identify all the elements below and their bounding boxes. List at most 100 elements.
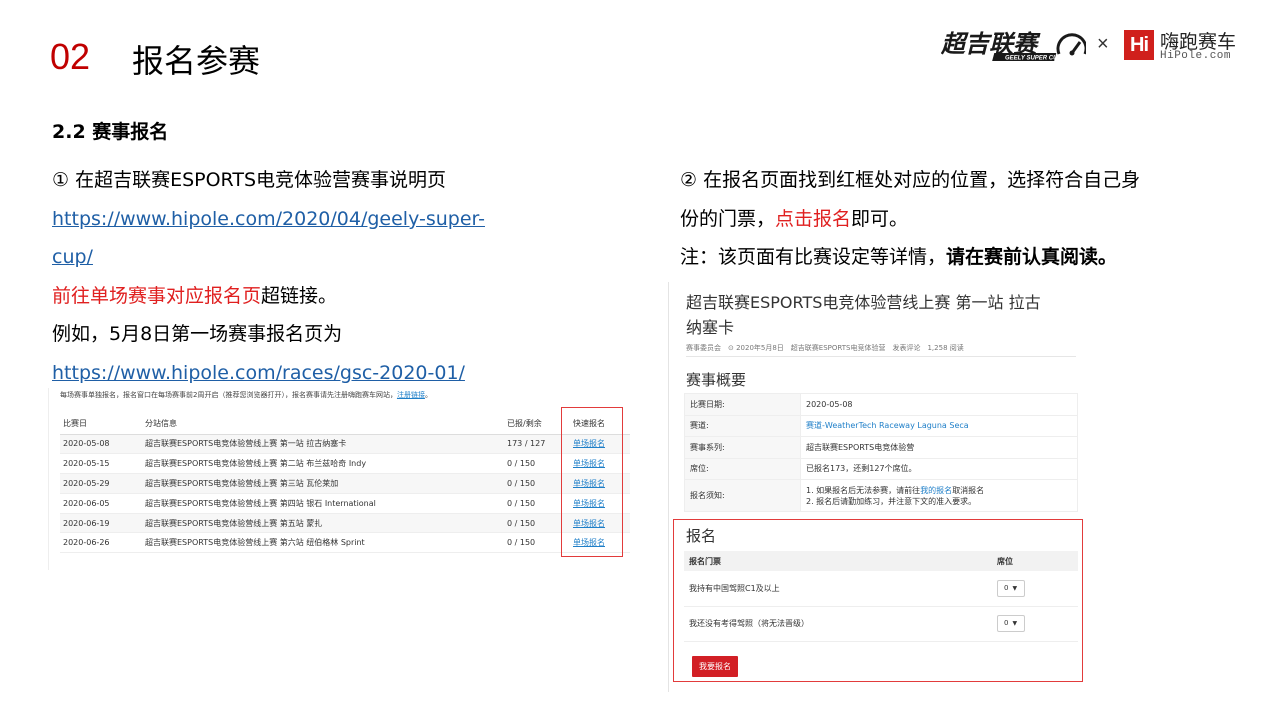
- col-ticket: 报名门票: [684, 551, 994, 571]
- race-count: 0 / 150: [504, 453, 562, 475]
- overview-value: 2020-05-08: [800, 393, 1078, 416]
- hyperlink-suffix: 超链接。: [261, 285, 338, 307]
- overview-key: 赛道:: [684, 414, 801, 437]
- hipole-logo-mark: Hi: [1124, 30, 1154, 60]
- table-row: 席位: 已报名173，还剩127个席位。: [684, 457, 1078, 480]
- geely-super-cup-logo: 超吉联赛 GEELY SUPER CUP: [941, 30, 1086, 62]
- track-link[interactable]: 赛道-WeatherTech Raceway Laguna Seca: [800, 414, 1078, 437]
- note-emphasis: 请在赛前认真阅读。: [946, 246, 1118, 268]
- registration-heading: 报名: [686, 527, 717, 545]
- ticket-text: 份的门票，: [680, 208, 776, 230]
- seat-value: 0: [1004, 619, 1009, 627]
- race-page-title-line1: 超吉联赛ESPORTS电竞体验营线上赛 第一站 拉古: [686, 293, 1041, 312]
- race-info: 超吉联赛ESPORTS电竞体验营线上赛 第五站 蒙扎: [142, 513, 504, 534]
- notice-value: 1. 如果报名后无法参赛，请前往我的报名取消报名 2. 报名后请勤加练习，并注意下…: [800, 479, 1078, 512]
- seat-select[interactable]: 0 ▼: [997, 615, 1025, 632]
- table-row: 2020-06-19 超吉联赛ESPORTS电竞体验营线上赛 第五站 蒙扎 0 / …: [60, 513, 630, 534]
- notice-line-1: 1. 如果报名后无法参赛，请前往我的报名取消报名: [806, 485, 1077, 496]
- overview-heading: 赛事概要: [686, 371, 747, 389]
- table-row: 比赛日期: 2020-05-08: [684, 393, 1078, 416]
- registration-header-row: 报名门票 席位: [684, 551, 1078, 571]
- race-date: 2020-06-05: [60, 493, 142, 514]
- submit-registration-button[interactable]: 我要报名: [692, 656, 738, 677]
- hipole-brand-url: HiPole.com: [1160, 50, 1232, 62]
- race-page-title: 超吉联赛ESPORTS电竞体验营线上赛 第一站 拉古 纳塞卡: [686, 290, 1086, 340]
- geely-cup-link-part2[interactable]: cup/: [52, 244, 93, 270]
- table-row: 2020-06-05 超吉联赛ESPORTS电竞体验营线上赛 第四站 银石 Int…: [60, 493, 630, 514]
- highlight-click-signup: 点击报名: [775, 208, 852, 230]
- overview-key: 席位:: [684, 457, 801, 480]
- col-count: 已报/剩余: [504, 414, 562, 435]
- table-row: 我持有中国驾照C1及以上 0 ▼: [684, 571, 1078, 607]
- overview-key: 赛事系列:: [684, 436, 801, 459]
- col-seat: 席位: [994, 551, 1078, 571]
- caret-down-icon: ▼: [1012, 620, 1018, 627]
- race-count: 173 / 127: [504, 434, 562, 455]
- race-list-note-text: 每场赛事单独报名，报名窗口在每场赛事前2周开启（推荐您浏览器打开），报名赛事请先…: [60, 391, 397, 399]
- race-date: 2020-06-19: [60, 513, 142, 534]
- notice-line-2: 2. 报名后请勤加练习，并注意下文的准入要求。: [806, 496, 977, 506]
- race-page-meta: 赛事委员会 ⊙ 2020年5月8日 超吉联赛ESPORTS电竞体验营 发表评论 …: [686, 344, 964, 352]
- table-row: 赛事系列: 超吉联赛ESPORTS电竞体验营: [684, 436, 1078, 459]
- table-row: 赛道: 赛道-WeatherTech Raceway Laguna Seca: [684, 414, 1078, 437]
- race-table-header: 比赛日 分站信息 已报/剩余 快速报名: [60, 414, 630, 435]
- race-info: 超吉联赛ESPORTS电竞体验营线上赛 第二站 布兰兹哈奇 Indy: [142, 453, 504, 475]
- overview-value: 超吉联赛ESPORTS电竞体验营: [800, 436, 1078, 459]
- ticket-name: 我持有中国驾照C1及以上: [684, 571, 994, 607]
- race-date: 2020-05-29: [60, 473, 142, 494]
- registration-table: 报名门票 席位 我持有中国驾照C1及以上 0 ▼ 我还没有考得驾照（将无法晋级） 0 ▼: [684, 551, 1078, 642]
- brand-left-sub: GEELY SUPER CUP: [1005, 56, 1062, 62]
- seat-cell: 0 ▼: [994, 571, 1078, 607]
- table-row: 2020-05-15 超吉联赛ESPORTS电竞体验营线上赛 第二站 布兰兹哈奇 …: [60, 453, 630, 475]
- page-title: 报名参赛: [132, 42, 261, 80]
- caret-down-icon: ▼: [1012, 584, 1018, 592]
- race-list-note: 每场赛事单独报名，报名窗口在每场赛事前2周开启（推荐您浏览器打开），报名赛事请先…: [60, 390, 432, 400]
- brand-separator: ×: [1097, 33, 1109, 55]
- section-number: 02: [50, 36, 91, 77]
- race-list-note-end: 。: [424, 391, 432, 399]
- right-step-2-text-cont: 份的门票，点击报名即可。: [680, 206, 908, 232]
- meta-divider: [686, 356, 1076, 357]
- seat-select[interactable]: 0 ▼: [997, 579, 1025, 597]
- col-date: 比赛日: [60, 414, 142, 435]
- left-step-1-action: 前往单场赛事对应报名页超链接。: [52, 283, 337, 309]
- quick-signup-highlight-box: [561, 407, 623, 557]
- overview-key: 报名须知:: [684, 479, 801, 512]
- note-prefix: 注：该页面有比赛设定等详情，: [680, 246, 947, 268]
- register-link[interactable]: 注册链接: [397, 391, 425, 399]
- race-count: 0 / 150: [504, 532, 562, 554]
- left-step-1-text: ① 在超吉联赛ESPORTS电竞体验营赛事说明页: [52, 169, 447, 191]
- race-info: 超吉联赛ESPORTS电竞体验营线上赛 第四站 银石 International: [142, 493, 504, 514]
- race-date: 2020-06-26: [60, 532, 142, 554]
- race-date: 2020-05-08: [60, 434, 142, 455]
- section-subtitle: 2.2 赛事报名: [52, 121, 169, 143]
- right-step-2-text: ② 在报名页面找到红框处对应的位置，选择符合自己身: [680, 169, 1141, 191]
- table-row: 报名须知: 1. 如果报名后无法参赛，请前往我的报名取消报名 2. 报名后请勤加练习…: [684, 479, 1078, 512]
- highlight-signup-page: 前往单场赛事对应报名页: [52, 285, 262, 307]
- geely-cup-link-part1[interactable]: https://www.hipole.com/2020/04/geely-sup…: [52, 206, 485, 232]
- race-info: 超吉联赛ESPORTS电竞体验营线上赛 第一站 拉古纳塞卡: [142, 434, 504, 455]
- seat-value: 0: [1004, 583, 1009, 592]
- note-text: 注：该页面有比赛设定等详情，请在赛前认真阅读。: [680, 244, 1117, 270]
- overview-table: 比赛日期: 2020-05-08 赛道: 赛道-WeatherTech Racewa…: [684, 393, 1078, 512]
- race-date: 2020-05-15: [60, 453, 142, 475]
- race-count: 0 / 150: [504, 493, 562, 514]
- race-info: 超吉联赛ESPORTS电竞体验营线上赛 第六站 纽伯格林 Sprint: [142, 532, 504, 554]
- race-info: 超吉联赛ESPORTS电竞体验营线上赛 第三站 瓦伦莱加: [142, 473, 504, 494]
- race-count: 0 / 150: [504, 513, 562, 534]
- overview-value: 已报名173，还剩127个席位。: [800, 457, 1078, 480]
- notice-line-1-a: 1. 如果报名后无法参赛，请前往: [806, 485, 921, 495]
- race-01-link[interactable]: https://www.hipole.com/races/gsc-2020-01…: [52, 360, 465, 386]
- race-page-title-line2: 纳塞卡: [686, 318, 735, 337]
- col-info: 分站信息: [142, 414, 504, 435]
- example-text: 例如，5月8日第一场赛事报名页为: [52, 323, 343, 345]
- overview-key: 比赛日期:: [684, 393, 801, 416]
- table-row: 2020-06-26 超吉联赛ESPORTS电竞体验营线上赛 第六站 纽伯格林 S…: [60, 532, 630, 554]
- notice-line-1-b: 取消报名: [952, 485, 985, 495]
- table-row: 2020-05-08 超吉联赛ESPORTS电竞体验营线上赛 第一站 拉古纳塞卡 1…: [60, 434, 630, 455]
- my-registration-link[interactable]: 我的报名: [920, 486, 952, 495]
- done-text: 即可。: [851, 208, 909, 230]
- ticket-name: 我还没有考得驾照（将无法晋级）: [684, 606, 994, 642]
- race-count: 0 / 150: [504, 473, 562, 494]
- seat-cell: 0 ▼: [994, 606, 1078, 642]
